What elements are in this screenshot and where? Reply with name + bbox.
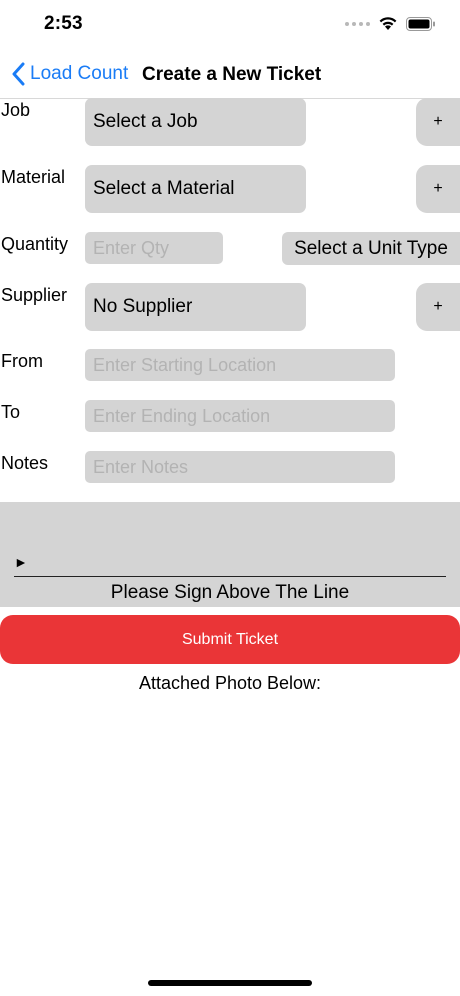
signature-pad[interactable]: ► Please Sign Above The Line [0,502,460,607]
supplier-label: Supplier [1,285,68,305]
to-label: To [1,402,21,422]
from-location-input[interactable]: Enter Starting Location [85,349,395,381]
add-material-button[interactable]: + [416,165,460,213]
signature-line [14,576,446,577]
add-supplier-button[interactable]: + [416,283,460,331]
unit-type-select[interactable]: Select a Unit Type [282,232,460,265]
material-label: Material [1,167,66,187]
status-icons [345,16,436,31]
submit-ticket-button[interactable]: Submit Ticket [0,615,460,664]
signature-caption: Please Sign Above The Line [110,582,350,603]
back-button[interactable]: Load Count [12,62,128,86]
create-ticket-screen: 2:53 Load Count Create a New Ticket Job … [0,0,460,996]
attached-photo-caption: Attached Photo Below: [138,673,322,693]
material-select[interactable]: Select a Material [85,165,306,213]
status-time: 2:53 [44,13,83,34]
navigation-bar: Load Count Create a New Ticket [0,52,460,99]
back-button-label: Load Count [30,63,129,84]
wifi-icon [379,17,397,30]
job-select[interactable]: Select a Job [85,98,306,146]
job-label: Job [1,100,31,120]
notes-input[interactable]: Enter Notes [85,451,395,483]
battery-icon [406,16,435,31]
home-indicator[interactable] [148,980,312,986]
signature-marker-icon: ► [14,554,28,570]
quantity-input[interactable]: Enter Qty [85,232,223,264]
to-location-input[interactable]: Enter Ending Location [85,400,395,432]
from-label: From [1,351,43,371]
add-job-button[interactable]: + [416,98,460,146]
cellular-signal-icon [345,21,370,26]
notes-label: Notes [1,453,49,473]
page-title: Create a New Ticket [142,64,322,85]
chevron-left-icon [12,62,25,86]
quantity-label: Quantity [1,234,69,254]
supplier-select[interactable]: No Supplier [85,283,306,331]
